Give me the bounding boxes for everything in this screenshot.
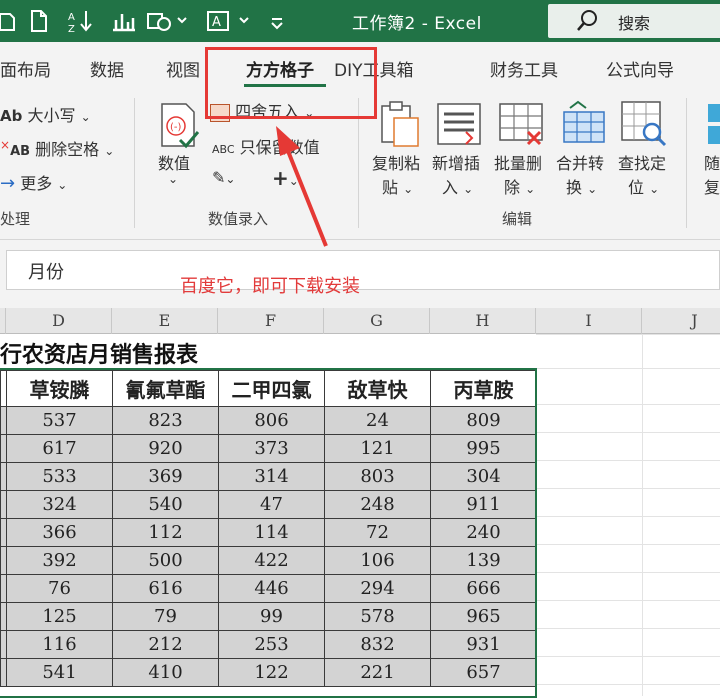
annotation-arrow-icon <box>276 126 328 247</box>
